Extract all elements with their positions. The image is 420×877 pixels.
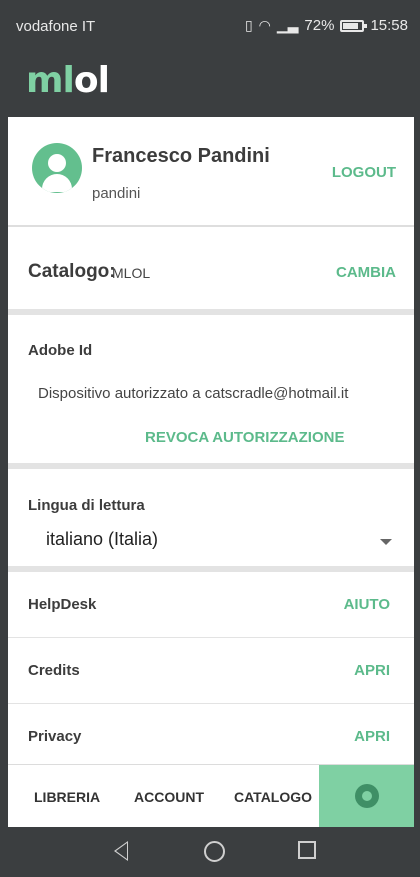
adobe-device-text: Dispositivo autorizzato a catscradle@hot…	[38, 385, 349, 402]
profile-section: Francesco Pandini pandini LOGOUT	[8, 117, 414, 227]
reading-language-value: italiano (Italia)	[46, 529, 159, 549]
profile-username: pandini	[92, 185, 141, 202]
clock: 15:58	[370, 17, 408, 34]
catalog-label: Catalogo:	[28, 261, 116, 282]
privacy-row: Privacy APRI	[8, 704, 414, 770]
helpdesk-row: HelpDesk AIUTO	[8, 572, 414, 638]
catalog-value: MLOL	[112, 265, 151, 281]
credits-label: Credits	[28, 662, 80, 679]
mlol-logo: mlol	[26, 60, 110, 101]
profile-name: Francesco Pandini	[92, 145, 270, 167]
credits-open-button[interactable]: APRI	[354, 662, 390, 679]
reading-language-section: Lingua di lettura italiano (Italia)	[8, 469, 414, 572]
battery-percent: 72%	[304, 17, 335, 34]
reading-language-title: Lingua di lettura	[28, 497, 145, 514]
helpdesk-help-button[interactable]: AIUTO	[344, 596, 390, 613]
catalog-section: Catalogo: MLOL CAMBIA	[8, 227, 414, 315]
battery-icon	[340, 19, 368, 32]
gear-icon	[355, 784, 379, 808]
app-bar: mlol	[8, 52, 414, 117]
nav-libreria[interactable]: LIBRERIA	[34, 789, 100, 805]
adobe-id-title: Adobe Id	[28, 342, 93, 359]
carrier-name: vodafone IT	[16, 18, 96, 35]
credits-row: Credits APRI	[8, 638, 414, 704]
account-content: Francesco Pandini pandini LOGOUT Catalog…	[8, 117, 414, 770]
status-right: ▯ ◠ ▁▃ 72% 15:58	[245, 17, 408, 34]
status-bar: vodafone IT ▯ ◠ ▁▃ 72% 15:58	[8, 0, 414, 52]
back-icon[interactable]	[114, 841, 128, 861]
privacy-label: Privacy	[28, 728, 82, 745]
logout-button[interactable]: LOGOUT	[332, 164, 396, 181]
change-catalog-button[interactable]: CAMBIA	[336, 264, 396, 281]
wifi-icon: ◠	[258, 17, 271, 33]
home-icon[interactable]	[204, 841, 225, 862]
adobe-id-section: Adobe Id Dispositivo autorizzato a catsc…	[8, 315, 414, 469]
revoke-authorization-button[interactable]: REVOCA AUTORIZZAZIONE	[145, 429, 344, 446]
helpdesk-label: HelpDesk	[28, 596, 97, 613]
system-navigation-bar	[8, 827, 414, 877]
user-avatar-icon	[32, 143, 82, 193]
signal-icon: ▁▃	[276, 17, 299, 33]
nav-catalogo[interactable]: CATALOGO	[234, 789, 312, 805]
nav-settings[interactable]	[319, 765, 414, 828]
bottom-navigation: LIBRERIA ACCOUNT CATALOGO	[8, 764, 414, 828]
nav-account[interactable]: ACCOUNT	[134, 789, 204, 805]
recent-apps-icon[interactable]	[298, 841, 316, 859]
vibrate-icon: ▯	[244, 17, 253, 33]
privacy-open-button[interactable]: APRI	[354, 728, 390, 745]
dropdown-caret-icon	[380, 539, 392, 545]
reading-language-select[interactable]: italiano (Italia)	[28, 527, 398, 557]
